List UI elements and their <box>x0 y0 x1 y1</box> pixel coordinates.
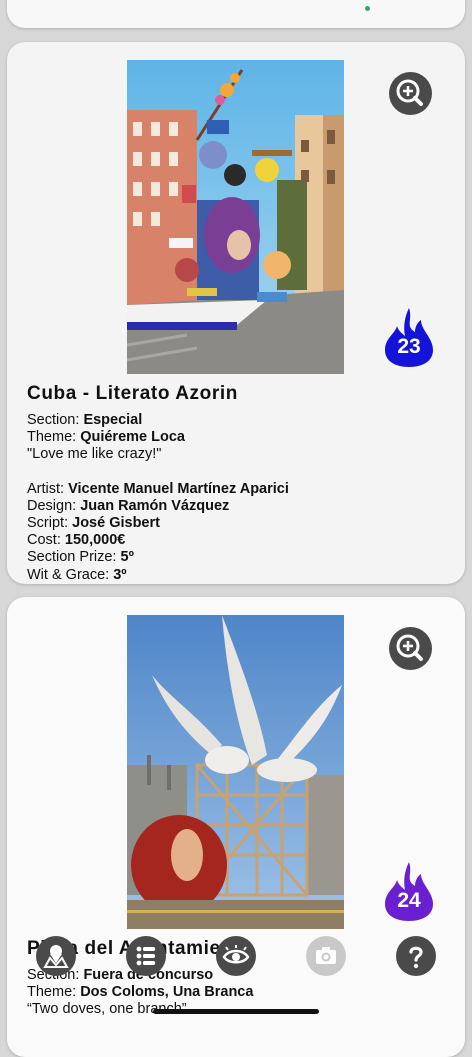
zoom-in-icon <box>396 634 423 661</box>
list-button[interactable] <box>126 936 166 976</box>
bottom-nav <box>0 936 472 982</box>
map-icon <box>43 945 69 968</box>
script-row: Script: José Gisbert <box>27 515 160 532</box>
theme-row: Theme: Quiéreme Loca <box>27 429 185 446</box>
list-icon <box>136 946 155 966</box>
rank-badge: 24 <box>383 860 439 926</box>
falla-photo[interactable] <box>127 60 344 374</box>
section-row: Section: Especial <box>27 412 143 428</box>
camera-button[interactable] <box>306 936 346 976</box>
rank-badge: 23 <box>383 306 439 372</box>
theme-row: Theme: Dos Coloms, Una Branca <box>27 984 254 1001</box>
zoom-button[interactable] <box>389 627 432 670</box>
falla-title: Cuba - Literato Azorin <box>27 383 238 404</box>
section-prize-row: Section Prize: 5º <box>27 549 134 566</box>
home-indicator[interactable] <box>153 1009 319 1014</box>
camera-icon <box>316 947 336 964</box>
view-button[interactable] <box>216 936 256 976</box>
rank-number: 24 <box>397 889 421 912</box>
design-row: Design: Juan Ramón Vázquez <box>27 497 230 514</box>
eye-icon <box>222 945 250 964</box>
help-icon <box>409 946 423 969</box>
status-dot <box>365 6 370 11</box>
falla-card[interactable]: 23 Cuba - Literato Azorin Section: Espec… <box>7 42 465 584</box>
falla-card[interactable]: 24 Plaza del Ayuntamiento Section: Fuera… <box>7 597 465 1057</box>
map-button[interactable] <box>36 936 76 976</box>
zoom-button[interactable] <box>389 72 432 115</box>
wit-grace-row: Wit & Grace: 3º <box>27 566 127 583</box>
artist-row: Artist: Vicente Manuel Martínez Aparici <box>27 480 289 497</box>
falla-details: Section: Especial Theme: Quiéreme Loca "… <box>27 412 289 584</box>
previous-card <box>7 0 465 28</box>
rank-number: 23 <box>397 335 421 358</box>
cost-row: Cost: 150,000€ <box>27 532 126 549</box>
theme-translation: "Love me like crazy!" <box>27 446 162 463</box>
zoom-in-icon <box>396 79 423 106</box>
help-button[interactable] <box>396 936 436 976</box>
falla-photo[interactable] <box>127 615 344 929</box>
